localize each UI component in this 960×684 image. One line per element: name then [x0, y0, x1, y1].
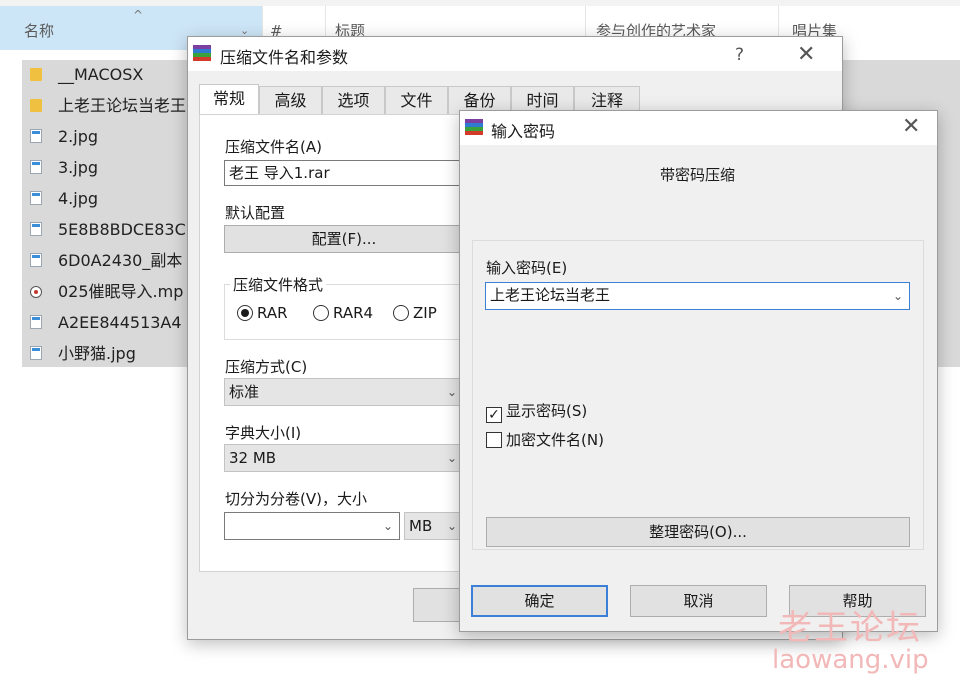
split-unit-select[interactable]: MB ⌄ — [404, 512, 464, 540]
password-dialog-subtitle: 带密码压缩 — [660, 166, 736, 184]
image-file-icon — [30, 315, 42, 329]
list-item[interactable]: 上老王论坛当老王 — [22, 91, 202, 121]
list-item[interactable]: A2EE844513A4 — [22, 308, 202, 338]
media-file-icon — [30, 286, 42, 298]
file-name: 025催眠导入.mp — [58, 282, 184, 301]
dictionary-label: 字典大小(I) — [225, 424, 302, 442]
password-dialog-title: 输入密码 — [491, 122, 556, 141]
chevron-down-icon: ⌄ — [446, 451, 457, 465]
encrypt-file-names-label: 加密文件名(N) — [506, 431, 604, 449]
archive-format-label: 压缩文件格式 — [230, 274, 327, 295]
method-select[interactable]: 标准 ⌄ — [224, 378, 464, 406]
winrar-icon — [465, 119, 483, 135]
image-file-icon — [30, 346, 42, 360]
encrypt-file-names-checkbox[interactable]: 加密文件名(N) — [486, 429, 604, 450]
default-profile-label: 默认配置 — [225, 204, 286, 222]
list-item[interactable]: __MACOSX — [22, 60, 202, 90]
tab-options[interactable]: 选项 — [322, 86, 385, 114]
format-rar4-radio[interactable]: RAR4 — [313, 304, 373, 322]
watermark-url: laowang.vip — [772, 645, 929, 675]
list-item[interactable]: 5E8B8BDCE83C — [22, 215, 202, 245]
split-unit-value: MB — [409, 517, 433, 535]
format-zip-radio[interactable]: ZIP — [393, 304, 437, 322]
list-item[interactable]: 小野猫.jpg — [22, 339, 202, 369]
password-value: 上老王论坛当老王 — [490, 286, 611, 304]
column-header-name-label: 名称 — [24, 22, 55, 40]
chevron-down-icon[interactable]: ⌄ — [893, 284, 903, 308]
watermark-text: 老王论坛 — [778, 608, 922, 648]
list-item[interactable]: 6D0A2430_副本 — [22, 246, 202, 276]
ok-button[interactable]: 确定 — [471, 585, 608, 617]
list-item[interactable]: 4.jpg — [22, 184, 202, 214]
checkbox-checked-icon: ✓ — [486, 407, 502, 423]
password-label: 输入密码(E) — [486, 259, 568, 277]
tab-general[interactable]: 常规 — [199, 84, 259, 114]
profiles-button[interactable]: 配置(F)... — [224, 225, 464, 253]
chevron-down-icon: ⌄ — [446, 385, 457, 399]
folder-icon — [30, 99, 42, 112]
list-item[interactable]: 025催眠导入.mp — [22, 277, 202, 307]
file-name: 3.jpg — [58, 158, 99, 177]
format-rar-radio[interactable]: RAR — [237, 304, 288, 322]
close-icon[interactable]: ✕ — [797, 44, 815, 66]
show-password-checkbox[interactable]: ✓ 显示密码(S) — [486, 400, 587, 423]
file-name: A2EE844513A4 — [58, 313, 182, 332]
image-file-icon — [30, 222, 42, 236]
dictionary-select[interactable]: 32 MB ⌄ — [224, 444, 464, 472]
file-name: 5E8B8BDCE83C — [58, 220, 186, 239]
password-input[interactable]: 上老王论坛当老王 ⌄ — [485, 282, 910, 310]
radio-selected-icon — [237, 305, 253, 321]
method-label: 压缩方式(C) — [225, 358, 308, 376]
folder-icon — [30, 68, 42, 81]
archive-name-label: 压缩文件名(A) — [225, 138, 322, 156]
file-name: 小野猫.jpg — [58, 344, 136, 363]
cancel-button[interactable]: 取消 — [630, 585, 767, 617]
file-name: __MACOSX — [58, 65, 144, 84]
winrar-icon — [193, 45, 211, 61]
chevron-down-icon: ⌄ — [446, 519, 457, 533]
format-zip-label: ZIP — [413, 304, 437, 322]
format-rar-label: RAR — [257, 304, 288, 322]
radio-unselected-icon — [393, 305, 409, 321]
chevron-down-icon: ⌄ — [382, 519, 393, 533]
image-file-icon — [30, 129, 42, 143]
split-volume-label: 切分为分卷(V)，大小 — [225, 490, 367, 508]
file-name: 2.jpg — [58, 127, 99, 146]
file-name: 6D0A2430_副本 — [58, 251, 183, 270]
dictionary-value: 32 MB — [229, 449, 277, 467]
list-item[interactable]: 2.jpg — [22, 122, 202, 152]
list-item[interactable]: 3.jpg — [22, 153, 202, 183]
tab-advanced[interactable]: 高级 — [259, 86, 322, 114]
show-password-label: 显示密码(S) — [506, 402, 588, 420]
image-file-icon — [30, 160, 42, 174]
organize-passwords-button[interactable]: 整理密码(O)... — [486, 517, 910, 547]
checkbox-unchecked-icon — [486, 432, 502, 448]
radio-unselected-icon — [313, 305, 329, 321]
archive-name-input[interactable]: 老王 导入1.rar — [224, 160, 464, 186]
file-name: 4.jpg — [58, 189, 99, 208]
archive-dialog-title: 压缩文件名和参数 — [220, 48, 349, 67]
file-name: 上老王论坛当老王 — [58, 96, 187, 115]
close-icon[interactable]: ✕ — [902, 116, 920, 138]
split-volume-input[interactable]: ⌄ — [224, 512, 400, 540]
image-file-icon — [30, 191, 42, 205]
tab-files[interactable]: 文件 — [385, 86, 448, 114]
help-icon[interactable]: ? — [735, 45, 744, 65]
format-rar4-label: RAR4 — [333, 304, 374, 322]
image-file-icon — [30, 253, 42, 267]
method-value: 标准 — [229, 383, 260, 401]
sort-ascending-icon: ^ — [133, 8, 144, 22]
